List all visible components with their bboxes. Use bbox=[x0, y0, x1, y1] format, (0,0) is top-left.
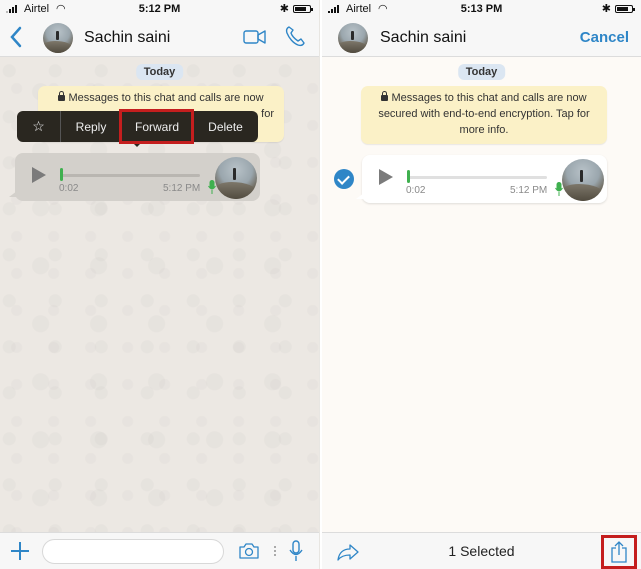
audio-progress-thumb[interactable] bbox=[60, 168, 63, 181]
selected-checkbox[interactable] bbox=[334, 169, 354, 189]
audio-progress-thumb[interactable] bbox=[407, 170, 410, 183]
notice-line-1: Messages to this chat and calls are now bbox=[391, 92, 587, 104]
left-screen: Airtel ◠ 5:12 PM ✱ Sachin saini Today Me… bbox=[0, 0, 320, 569]
contact-avatar[interactable] bbox=[338, 23, 368, 53]
bubble-tail bbox=[9, 191, 17, 197]
voice-duration: 0:02 bbox=[406, 185, 426, 196]
plus-icon[interactable] bbox=[11, 542, 29, 560]
audio-progress-track[interactable] bbox=[407, 176, 547, 179]
chat-header: Sachin saini bbox=[0, 19, 319, 57]
bluetooth-icon: ✱ bbox=[279, 3, 289, 15]
delete-button[interactable]: Delete bbox=[193, 111, 258, 142]
forward-button[interactable]: Forward bbox=[121, 111, 193, 142]
notice-text-partial: for bbox=[261, 108, 274, 120]
message-input[interactable] bbox=[42, 539, 224, 564]
message-context-menu: ☆ Reply Forward Delete bbox=[17, 111, 258, 142]
star-icon: ☆ bbox=[32, 118, 45, 134]
reply-button[interactable]: Reply bbox=[61, 111, 121, 142]
battery-icon bbox=[615, 5, 635, 13]
voice-duration: 0:02 bbox=[59, 183, 79, 194]
phone-icon[interactable] bbox=[285, 25, 305, 47]
notice-line-2: secured with end-to-end encryption. Tap … bbox=[378, 108, 590, 120]
chat-area: Today Messages to this chat and calls ar… bbox=[0, 57, 319, 532]
bluetooth-icon: ✱ bbox=[601, 3, 611, 15]
menu-pointer bbox=[132, 142, 142, 147]
share-icon[interactable] bbox=[610, 540, 628, 564]
chat-area: Today Messages to this chat and calls ar… bbox=[322, 57, 641, 532]
back-chevron-icon[interactable] bbox=[8, 25, 24, 49]
contact-name[interactable]: Sachin saini bbox=[84, 29, 170, 47]
notice-line-3: more info. bbox=[459, 124, 509, 136]
microphone-icon[interactable] bbox=[289, 540, 303, 562]
message-input-bar bbox=[0, 532, 319, 569]
voice-timestamp: 5:12 PM bbox=[163, 183, 201, 194]
video-camera-icon[interactable] bbox=[243, 29, 267, 45]
sender-avatar bbox=[562, 159, 604, 201]
contact-avatar[interactable] bbox=[43, 23, 73, 53]
chat-header: Sachin saini Cancel bbox=[322, 19, 641, 57]
contact-name[interactable]: Sachin saini bbox=[380, 29, 466, 47]
play-icon[interactable] bbox=[32, 167, 46, 183]
voice-message-bubble[interactable]: 0:02 5:12 PM bbox=[356, 155, 607, 203]
voice-message-bubble[interactable]: 0:02 5:12 PM bbox=[9, 153, 260, 201]
notice-text: Messages to this chat and calls are now bbox=[68, 92, 264, 104]
voice-timestamp: 5:12 PM bbox=[510, 185, 548, 196]
status-time: 5:12 PM bbox=[138, 3, 181, 15]
selection-toolbar: 1 Selected bbox=[322, 532, 641, 569]
date-label: Today bbox=[457, 64, 506, 80]
status-bar: Airtel ◠ 5:12 PM ✱ bbox=[0, 0, 319, 19]
play-icon[interactable] bbox=[379, 169, 393, 185]
battery-icon bbox=[293, 5, 313, 13]
lock-icon bbox=[58, 91, 66, 101]
divider-dots bbox=[274, 546, 276, 556]
selected-count-label: 1 Selected bbox=[448, 543, 515, 559]
audio-progress-track[interactable] bbox=[60, 174, 200, 177]
status-time: 5:13 PM bbox=[460, 3, 503, 15]
right-screen: Airtel ◠ 5:13 PM ✱ Sachin saini Cancel T… bbox=[322, 0, 641, 569]
status-bar: Airtel ◠ 5:13 PM ✱ bbox=[322, 0, 641, 19]
date-label: Today bbox=[135, 64, 184, 80]
bubble-tail bbox=[356, 193, 364, 199]
camera-icon[interactable] bbox=[238, 542, 260, 560]
cancel-button[interactable]: Cancel bbox=[580, 29, 629, 46]
sender-avatar bbox=[215, 157, 257, 199]
encryption-notice[interactable]: Messages to this chat and calls are now … bbox=[361, 86, 607, 144]
lock-icon bbox=[381, 91, 389, 101]
star-message-button[interactable]: ☆ bbox=[17, 111, 61, 142]
